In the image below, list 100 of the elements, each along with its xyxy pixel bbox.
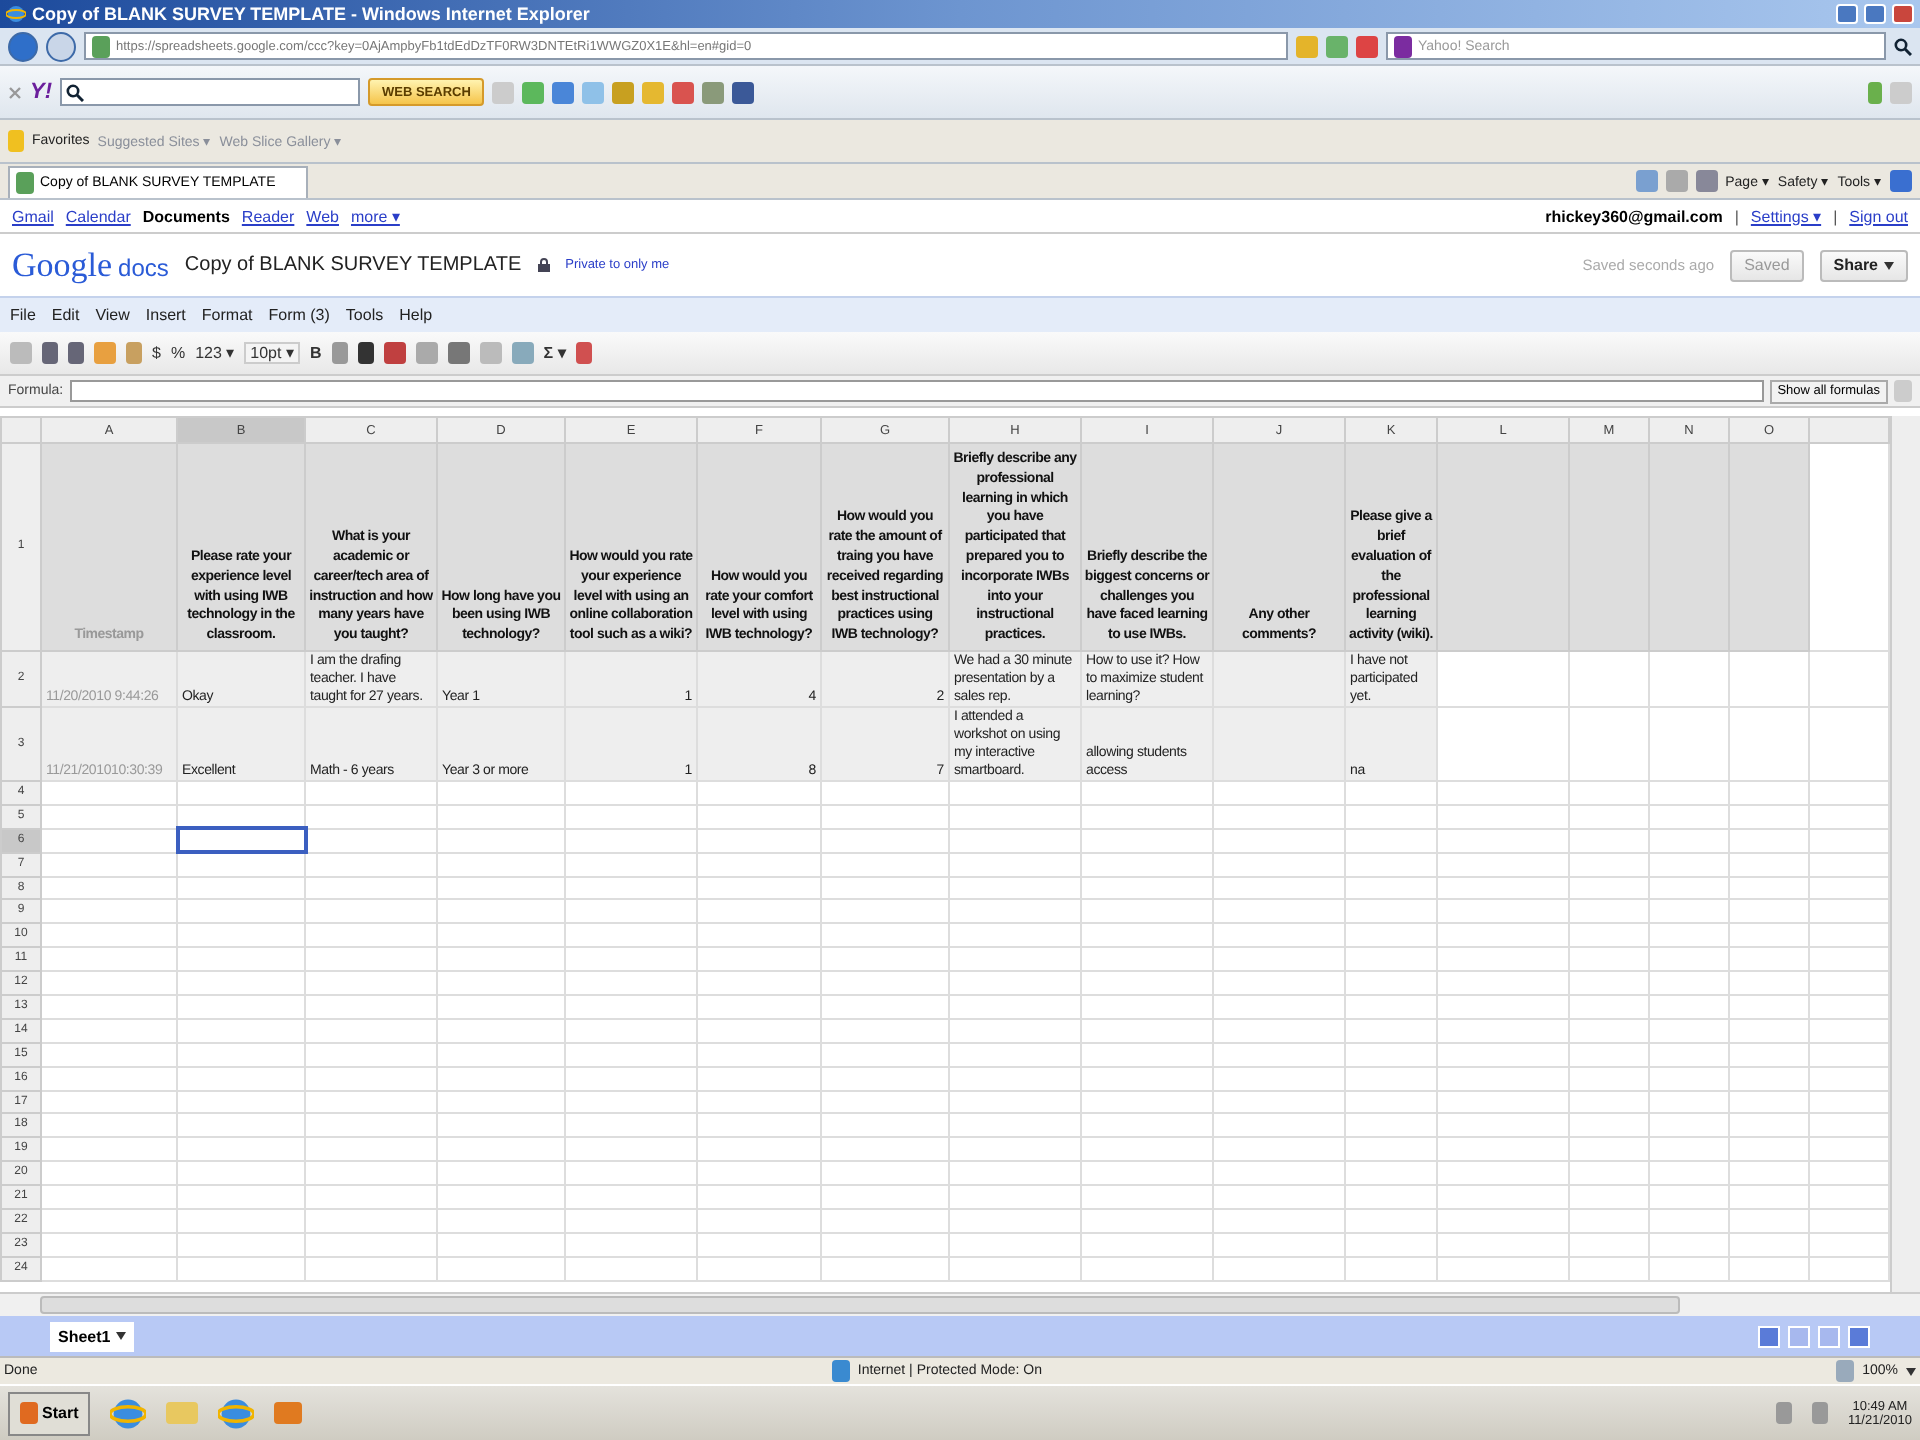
table-cell[interactable] xyxy=(821,1066,949,1091)
table-cell[interactable] xyxy=(565,947,697,972)
table-cell[interactable] xyxy=(1213,828,1345,853)
table-cell[interactable] xyxy=(697,1161,821,1186)
table-cell[interactable] xyxy=(697,971,821,996)
table-cell[interactable] xyxy=(1213,1090,1345,1114)
table-cell[interactable] xyxy=(41,781,177,805)
table-cell[interactable] xyxy=(1437,1232,1569,1257)
table-cell[interactable] xyxy=(41,947,177,972)
logo-product[interactable]: docs xyxy=(118,253,169,281)
table-cell[interactable] xyxy=(437,899,565,924)
vertical-scrollbar[interactable] xyxy=(1890,416,1920,1292)
table-cell[interactable] xyxy=(821,852,949,877)
toolbar-icon[interactable] xyxy=(702,81,725,103)
table-cell[interactable] xyxy=(177,1185,305,1210)
table-cell[interactable] xyxy=(1345,804,1437,829)
table-cell[interactable] xyxy=(1213,1209,1345,1233)
table-cell[interactable] xyxy=(565,1256,697,1281)
table-cell[interactable] xyxy=(1081,899,1213,924)
table-cell[interactable] xyxy=(1345,1018,1437,1043)
toolbar-search-field[interactable] xyxy=(60,78,360,106)
table-cell[interactable] xyxy=(697,781,821,805)
table-cell[interactable] xyxy=(177,1066,305,1091)
menu-item[interactable]: Help xyxy=(399,306,433,324)
forward-button[interactable] xyxy=(46,31,76,61)
table-cell[interactable] xyxy=(1081,1066,1213,1091)
percent-button[interactable]: % xyxy=(170,344,186,362)
table-cell[interactable] xyxy=(305,852,437,877)
next-sheet-button[interactable] xyxy=(1818,1325,1840,1347)
table-cell[interactable] xyxy=(1213,804,1345,829)
table-cell[interactable] xyxy=(305,781,437,805)
share-button[interactable]: Share xyxy=(1819,249,1908,281)
table-cell[interactable] xyxy=(697,947,821,972)
menu-item[interactable]: Insert xyxy=(145,306,186,324)
table-cell[interactable] xyxy=(697,1209,821,1233)
table-cell[interactable] xyxy=(1437,1256,1569,1281)
table-cell[interactable] xyxy=(1081,1042,1213,1067)
table-cell[interactable] xyxy=(1569,651,1649,707)
toolbar-logo[interactable]: Y! xyxy=(30,80,52,104)
table-cell[interactable] xyxy=(177,1113,305,1138)
table-cell[interactable] xyxy=(821,1256,949,1281)
table-cell[interactable] xyxy=(821,804,949,829)
table-cell[interactable] xyxy=(949,947,1081,972)
table-cell[interactable] xyxy=(177,947,305,972)
browser-icon[interactable] xyxy=(6,4,26,24)
table-cell[interactable] xyxy=(821,995,949,1019)
nav-link[interactable]: Documents xyxy=(142,207,230,225)
table-cell[interactable] xyxy=(1213,947,1345,972)
table-cell[interactable] xyxy=(1213,1042,1345,1067)
table-cell[interactable] xyxy=(697,876,821,900)
header-cell[interactable] xyxy=(1649,443,1729,651)
table-cell[interactable] xyxy=(437,1018,565,1043)
table-cell[interactable] xyxy=(1081,781,1213,805)
table-cell[interactable] xyxy=(41,1256,177,1281)
table-cell[interactable] xyxy=(1213,1232,1345,1257)
toolbar-icon[interactable] xyxy=(732,81,755,103)
table-cell[interactable] xyxy=(1345,1256,1437,1281)
table-cell[interactable] xyxy=(41,995,177,1019)
table-cell[interactable] xyxy=(1345,1042,1437,1067)
table-cell[interactable] xyxy=(949,899,1081,924)
table-cell[interactable] xyxy=(305,804,437,829)
table-cell[interactable] xyxy=(305,876,437,900)
table-cell[interactable] xyxy=(305,923,437,948)
table-cell[interactable] xyxy=(1213,707,1345,781)
table-cell[interactable] xyxy=(1437,1090,1569,1114)
header-cell[interactable] xyxy=(1437,443,1569,651)
table-cell[interactable] xyxy=(177,781,305,805)
table-cell[interactable] xyxy=(697,1090,821,1114)
table-cell[interactable] xyxy=(1213,995,1345,1019)
table-cell[interactable] xyxy=(949,1066,1081,1091)
table-cell[interactable] xyxy=(697,1232,821,1257)
number-format-button[interactable]: 123 ▾ xyxy=(195,344,235,362)
table-cell[interactable] xyxy=(41,1161,177,1186)
table-cell[interactable] xyxy=(1437,971,1569,996)
table-cell[interactable] xyxy=(949,804,1081,829)
table-cell[interactable] xyxy=(437,876,565,900)
table-cell[interactable] xyxy=(177,1232,305,1257)
table-cell[interactable] xyxy=(177,852,305,877)
table-cell[interactable] xyxy=(1345,1161,1437,1186)
table-cell[interactable] xyxy=(437,947,565,972)
previous-sheet-button[interactable] xyxy=(1788,1325,1810,1347)
table-cell[interactable] xyxy=(1345,828,1437,853)
table-cell[interactable] xyxy=(177,971,305,996)
search-icon[interactable] xyxy=(1894,37,1912,55)
table-cell[interactable] xyxy=(1345,781,1437,805)
table-cell[interactable] xyxy=(821,828,949,853)
table-cell[interactable] xyxy=(821,1090,949,1114)
table-cell[interactable] xyxy=(697,1042,821,1067)
table-cell[interactable] xyxy=(1437,1209,1569,1233)
table-cell[interactable] xyxy=(305,1137,437,1162)
nav-link[interactable]: Gmail xyxy=(12,207,54,225)
table-cell[interactable] xyxy=(1729,707,1809,781)
table-cell[interactable] xyxy=(305,1161,437,1186)
table-cell[interactable] xyxy=(437,804,565,829)
table-cell[interactable] xyxy=(1345,1113,1437,1138)
table-cell[interactable] xyxy=(821,971,949,996)
table-cell[interactable] xyxy=(1437,707,1569,781)
table-cell[interactable] xyxy=(305,899,437,924)
table-cell[interactable] xyxy=(1081,947,1213,972)
table-cell[interactable] xyxy=(437,1161,565,1186)
